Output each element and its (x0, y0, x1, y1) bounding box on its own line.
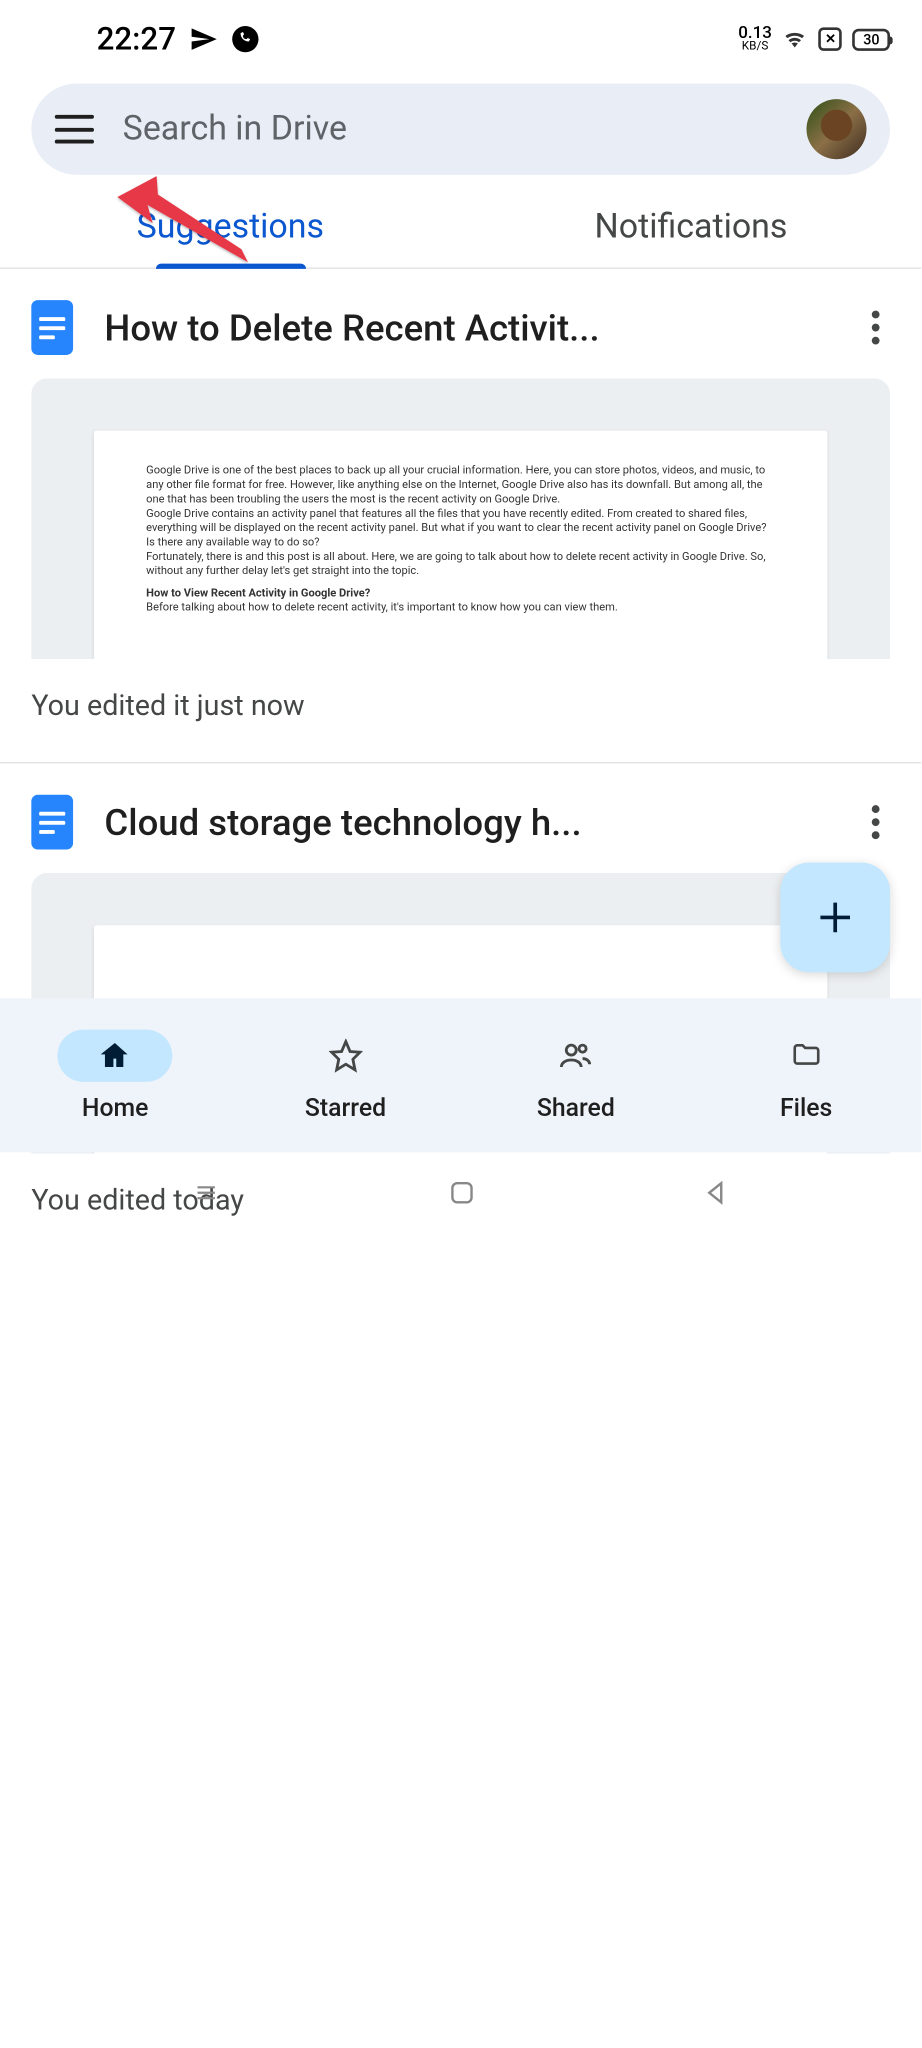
close-box-icon: ✕ (819, 27, 842, 50)
tab-notifications[interactable]: Notifications (461, 185, 922, 267)
file-preview: Google Drive is one of the best places t… (31, 378, 890, 659)
system-home-icon[interactable] (448, 1178, 477, 1207)
nav-starred[interactable]: Starred (230, 998, 460, 1152)
file-title: How to Delete Recent Activit... (104, 306, 830, 349)
send-icon (189, 25, 218, 54)
nav-shared[interactable]: Shared (461, 998, 691, 1152)
people-icon (558, 1038, 595, 1072)
nav-files[interactable]: Files (691, 998, 921, 1152)
folder-icon (788, 1039, 825, 1070)
status-bar: 22:27 0.13 KB/S ✕ 30 (0, 0, 921, 78)
phone-icon (231, 25, 260, 54)
menu-icon[interactable] (55, 115, 94, 144)
status-time: 22:27 (97, 21, 176, 58)
annotation-arrow (111, 161, 268, 291)
wifi-icon (782, 29, 808, 50)
more-options-icon[interactable] (861, 300, 890, 355)
home-icon (98, 1038, 132, 1072)
fab-add-button[interactable] (780, 863, 890, 973)
bottom-nav: Home Starred Shared Files (0, 998, 921, 1152)
more-options-icon[interactable] (861, 795, 890, 850)
system-back-icon[interactable] (702, 1178, 731, 1207)
docs-icon (31, 795, 73, 850)
system-nav (0, 1152, 921, 1233)
system-menu-icon[interactable] (191, 1180, 222, 1206)
avatar[interactable] (806, 99, 866, 159)
network-speed: 0.13 KB/S (738, 25, 772, 54)
file-card[interactable]: How to Delete Recent Activit... Google D… (0, 269, 921, 739)
file-meta: You edited it just now (31, 690, 890, 723)
star-icon (329, 1038, 363, 1072)
docs-icon (31, 300, 73, 355)
battery-indicator: 30 (853, 28, 890, 50)
plus-icon (813, 895, 857, 939)
search-placeholder: Search in Drive (123, 110, 807, 149)
nav-home[interactable]: Home (0, 998, 230, 1152)
file-title: Cloud storage technology h... (104, 801, 830, 844)
